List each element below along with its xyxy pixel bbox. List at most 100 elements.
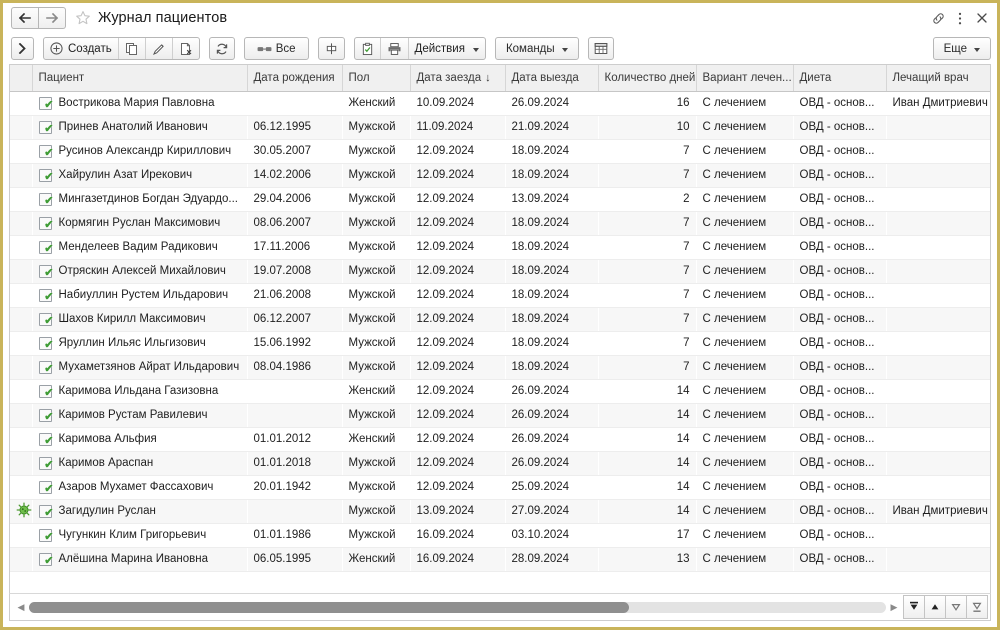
column-header-birth[interactable]: Дата рождения: [247, 65, 343, 92]
more-options-icon[interactable]: [949, 7, 971, 29]
column-header-patient[interactable]: Пациент: [32, 65, 248, 92]
scrollbar-thumb[interactable]: [29, 601, 629, 613]
record-check-icon: ✔: [38, 193, 54, 207]
table-row[interactable]: ✔ Азаров Мухамет Фассахович 20.01.1942 Мужс…: [10, 475, 990, 500]
copy-button[interactable]: [119, 38, 146, 59]
go-last-page-button[interactable]: [966, 595, 988, 619]
table-row[interactable]: ✔ Отряскин Алексей Михайлович 19.07.2008 Му…: [10, 259, 990, 284]
record-check-icon: ✔: [38, 145, 54, 159]
clipboard-button[interactable]: [355, 38, 381, 59]
cell-doctor: [886, 451, 990, 476]
cell-patient: ✔ Яруллин Ильяс Ильгизович: [32, 331, 247, 356]
show-all-button[interactable]: Все: [243, 37, 309, 60]
table-row[interactable]: ✔ Шахов Кирилл Максимович 06.12.2007 Мужско…: [10, 307, 990, 332]
set-period-button[interactable]: [317, 37, 345, 60]
go-prev-page-button[interactable]: [924, 595, 945, 619]
cell-mark: [10, 115, 32, 140]
cell-checkin: 12.09.2024: [410, 403, 505, 428]
table-row[interactable]: ✔ Каримов Рустам Равилевич Мужской 12.09.20…: [10, 403, 990, 428]
go-next-page-button[interactable]: [945, 595, 966, 619]
table-row[interactable]: ✔ Каримова Ильдана Газизовна Женский 12.09.…: [10, 379, 990, 404]
table-row[interactable]: ✔ Мингазетдинов Богдан Эдуардо... 29.04.20…: [10, 187, 990, 212]
table-row[interactable]: ✔ Алёшина Марина Ивановна 06.05.1995 Женски…: [10, 547, 990, 572]
first-page-icon: [910, 601, 918, 610]
cell-sex: Мужской: [342, 451, 410, 476]
cell-birth: [247, 379, 342, 404]
cell-birth: 06.12.2007: [247, 307, 342, 332]
table-row[interactable]: ✔ Яруллин Ильяс Ильгизович 15.06.1992 Мужск…: [10, 331, 990, 356]
forward-button[interactable]: [39, 7, 66, 29]
cell-days: 7: [598, 139, 696, 164]
actions-menu-button[interactable]: Действия: [409, 38, 485, 59]
table-row[interactable]: ✔ Каримова Альфия 01.01.2012 Женский 12.09.2…: [10, 427, 990, 452]
cell-checkout: 03.10.2024: [505, 523, 598, 548]
more-menu-button[interactable]: Еще: [932, 37, 991, 60]
column-header-diet[interactable]: Диета: [793, 65, 887, 92]
favorite-star-icon[interactable]: [74, 9, 92, 27]
record-check-icon: ✔: [38, 433, 54, 447]
cell-variant: С лечением: [696, 235, 793, 260]
record-check-icon: ✔: [38, 505, 54, 519]
column-header-doctor[interactable]: Лечащий врач: [886, 65, 990, 92]
table-row[interactable]: ✔ Кормягин Руслан Максимович 08.06.2007 Муж…: [10, 211, 990, 236]
table-row[interactable]: ✔ Набиуллин Рустем Ильдарович 21.06.2008 Му…: [10, 283, 990, 308]
cell-diet: ОВД - основ...: [793, 91, 886, 116]
chevron-down-icon: [974, 47, 980, 52]
delete-button[interactable]: [173, 38, 199, 59]
column-header-days[interactable]: Количество дней: [598, 65, 697, 92]
cell-variant: С лечением: [696, 307, 793, 332]
horizontal-scrollbar[interactable]: ◀ ▶: [12, 598, 903, 616]
expand-panel-button[interactable]: [11, 37, 34, 60]
cell-checkout: 25.09.2024: [505, 475, 598, 500]
go-first-page-button[interactable]: [903, 595, 924, 619]
cell-doctor: [886, 235, 990, 260]
scroll-left-button[interactable]: ◀: [16, 602, 26, 613]
cell-days: 7: [598, 163, 696, 188]
back-button[interactable]: [11, 7, 39, 29]
edit-button[interactable]: [146, 38, 173, 59]
column-header-mark[interactable]: [10, 65, 33, 92]
record-check-icon: ✔: [38, 97, 54, 111]
table-row[interactable]: ✔ Мухаметзянов Айрат Ильдарович 08.04.1986…: [10, 355, 990, 380]
commands-menu-button[interactable]: Команды: [494, 37, 579, 60]
close-window-button[interactable]: [971, 7, 993, 29]
column-header-sex[interactable]: Пол: [342, 65, 411, 92]
cell-doctor: [886, 331, 990, 356]
column-header-checkout[interactable]: Дата выезда: [505, 65, 599, 92]
cell-mark: [10, 187, 32, 212]
cell-checkout: 18.09.2024: [505, 307, 598, 332]
delete-document-icon: [180, 42, 192, 55]
table-row[interactable]: ✔ Чугункин Клим Григорьевич 01.01.1986 Мужс…: [10, 523, 990, 548]
scroll-right-button[interactable]: ▶: [889, 602, 899, 613]
print-button[interactable]: [381, 38, 409, 59]
table-settings-button[interactable]: [587, 37, 614, 60]
cell-checkout: 13.09.2024: [505, 187, 598, 212]
cell-patient: ✔ Алёшина Марина Ивановна: [32, 547, 247, 572]
table-row[interactable]: ✔ Каримов Араспан 01.01.2018 Мужской 12.09.2…: [10, 451, 990, 476]
cell-birth: 01.01.1986: [247, 523, 342, 548]
table-row[interactable]: ✔ Загидулин Руслан Мужской 13.09.2024 27.09.…: [10, 499, 990, 524]
column-header-variant[interactable]: Вариант лечен...: [696, 65, 794, 92]
cell-doctor: [886, 259, 990, 284]
cell-sex: Мужской: [342, 211, 410, 236]
column-header-checkin[interactable]: Дата заезда ↓: [410, 65, 506, 92]
table-row[interactable]: ✔ Хайрулин Азат Ирекович 14.02.2006 Мужской…: [10, 163, 990, 188]
create-button[interactable]: Создать: [44, 38, 119, 59]
table-row[interactable]: ✔ Русинов Александр Кириллович 30.05.2007 М…: [10, 139, 990, 164]
table-row[interactable]: ✔ Принев Анатолий Иванович 06.12.1995 Мужск…: [10, 115, 990, 140]
cell-doctor: Иван Дмитриевич: [886, 499, 990, 524]
refresh-button[interactable]: [208, 37, 235, 60]
link-icon[interactable]: [927, 7, 949, 29]
cell-checkin: 12.09.2024: [410, 307, 505, 332]
cell-doctor: [886, 163, 990, 188]
table-row[interactable]: ✔ Вострикова Мария Павловна Женский 10.09.2…: [10, 91, 990, 116]
scrollbar-track[interactable]: [29, 601, 886, 613]
cell-birth: [247, 91, 342, 116]
cell-patient: ✔ Отряскин Алексей Михайлович: [32, 259, 247, 284]
record-check-icon: ✔: [38, 121, 54, 135]
cell-birth: [247, 403, 342, 428]
table-row[interactable]: ✔ Менделеев Вадим Радикович 17.11.2006 Мужс…: [10, 235, 990, 260]
cell-checkin: 16.09.2024: [410, 547, 505, 572]
printer-icon: [388, 42, 401, 55]
cell-diet: ОВД - основ...: [793, 523, 886, 548]
